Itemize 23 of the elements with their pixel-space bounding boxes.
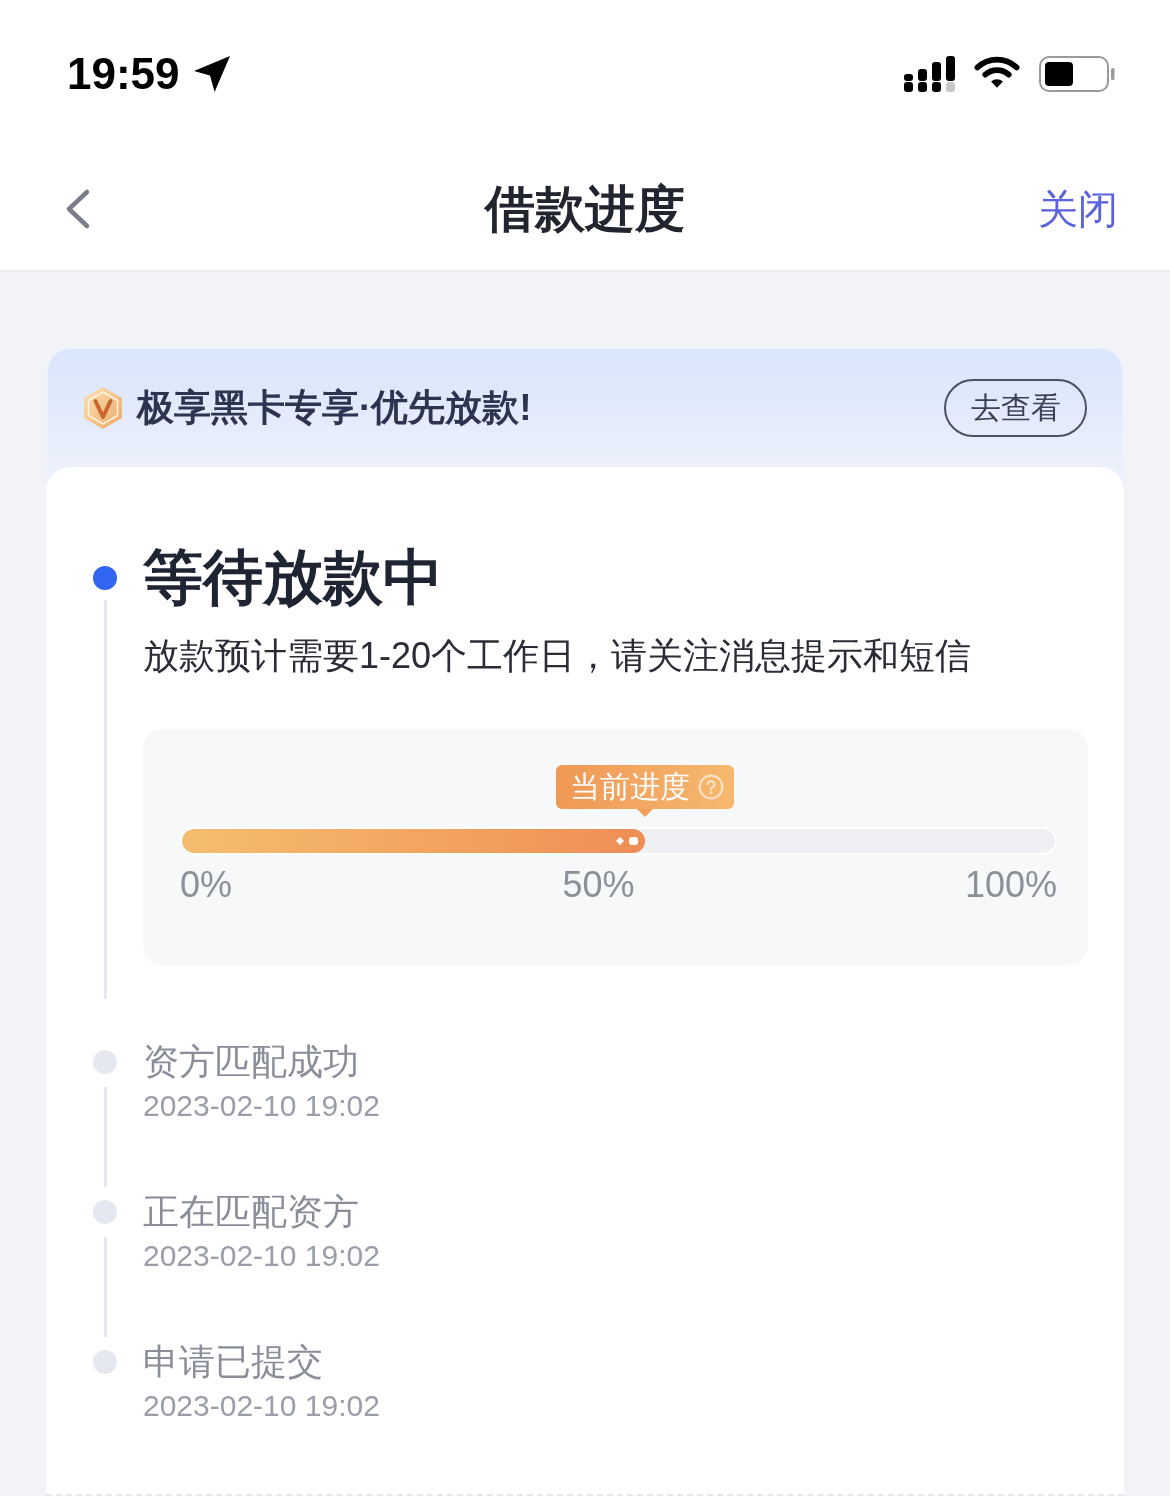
signal-icon [904, 56, 956, 92]
progress-scale-label: 0% [180, 865, 233, 905]
page-title: 借款进度 [485, 180, 685, 239]
dots-icon [614, 836, 639, 846]
hexagon-badge-icon [82, 386, 124, 430]
step-time: 2023-02-10 19:02 [143, 1388, 380, 1424]
status-time: 19:59 [67, 52, 180, 96]
step-title: 申请已提交 [143, 1340, 323, 1384]
step-time: 2023-02-10 19:02 [143, 1088, 380, 1124]
step-title: 正在匹配资方 [143, 1190, 359, 1234]
tooltip-pointer [636, 809, 653, 817]
step-description: 放款预计需要1-20个工作日，请关注消息提示和短信 [143, 634, 972, 678]
step-title: 等待放款中 [143, 543, 443, 613]
tooltip-label: 当前进度 [569, 772, 690, 802]
battery-icon [1039, 56, 1115, 92]
location-arrow-icon [193, 56, 230, 92]
step-time: 2023-02-10 19:02 [143, 1238, 380, 1274]
close-link[interactable]: 关闭 [1038, 184, 1118, 234]
view-button[interactable]: 去查看 [944, 379, 1087, 437]
banner-text: 极享黑卡专享·优先放款! [137, 386, 532, 430]
step-title: 资方匹配成功 [143, 1040, 359, 1084]
progress-scale-label: 100% [964, 865, 1057, 905]
progress-scale-label: 50% [562, 865, 635, 905]
